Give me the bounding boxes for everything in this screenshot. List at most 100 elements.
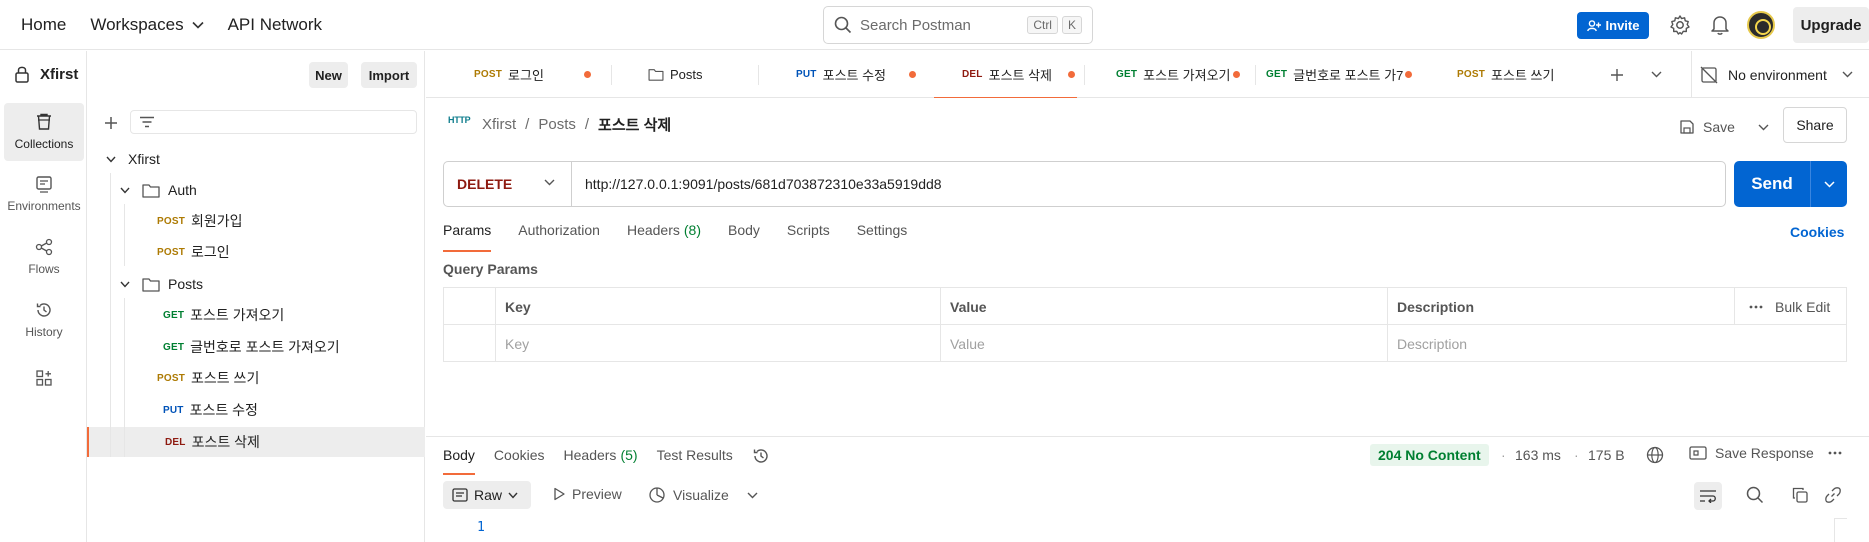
wrap-lines-button[interactable] <box>1694 482 1722 510</box>
preview-button[interactable]: Preview <box>553 486 622 502</box>
send-button[interactable]: Send <box>1734 161 1847 207</box>
tab-request[interactable]: GET 글번호로 포스트 가7 <box>1266 51 1418 98</box>
request-item[interactable]: POST 로그인 <box>88 237 425 267</box>
rail-flows[interactable]: Flows <box>4 228 84 286</box>
environment-selector[interactable]: No environment <box>1691 51 1869 98</box>
plus-icon[interactable] <box>104 116 118 130</box>
chevron-down-icon[interactable] <box>1758 124 1769 131</box>
shortcut-ctrl: Ctrl <box>1027 16 1058 34</box>
url-input[interactable]: http://127.0.0.1:9091/posts/681d70387231… <box>572 176 942 192</box>
tab-request[interactable]: GET 포스트 가져오기 <box>1116 51 1244 98</box>
upgrade-button[interactable]: Upgrade <box>1793 7 1869 43</box>
cookies-link[interactable]: Cookies <box>1790 224 1844 240</box>
breadcrumb-folder[interactable]: Posts <box>538 116 576 133</box>
folder-posts[interactable]: Posts <box>88 269 425 299</box>
rail-environments-label: Environments <box>7 199 81 213</box>
chevron-down-icon[interactable] <box>747 492 758 499</box>
rail-collections[interactable]: Collections <box>4 103 84 161</box>
breadcrumb-request[interactable]: 포스트 삭제 <box>598 114 671 135</box>
collection-xfirst[interactable]: Xfirst <box>88 144 425 174</box>
method-badge: PUT <box>163 404 184 416</box>
chevron-down-icon[interactable] <box>1651 71 1662 78</box>
more-horizontal-icon[interactable] <box>1828 451 1842 455</box>
response-tab-headers[interactable]: Headers (5) <box>564 447 638 475</box>
tab-request[interactable]: POST 로그인 <box>474 51 604 98</box>
share-button[interactable]: Share <box>1783 107 1847 143</box>
request-item[interactable]: POST 회원가입 <box>88 206 425 236</box>
tab-authorization[interactable]: Authorization <box>518 222 600 252</box>
bulk-edit-button[interactable]: Bulk Edit <box>1739 288 1830 325</box>
tab-params[interactable]: Params <box>443 222 492 252</box>
filter-input[interactable] <box>130 110 417 134</box>
method-value: DELETE <box>457 176 513 192</box>
status-badge[interactable]: 204 No Content <box>1370 444 1489 466</box>
nav-home[interactable]: Home <box>0 0 78 50</box>
rail-history[interactable]: History <box>4 291 84 349</box>
save-button[interactable]: Save <box>1679 109 1769 145</box>
params-table: Key Value Description Bulk Edit Key Valu… <box>443 287 1847 362</box>
folder-auth[interactable]: Auth <box>88 175 425 205</box>
nav-api-network[interactable]: API Network <box>216 0 334 50</box>
tab-body[interactable]: Body <box>728 222 760 252</box>
method-select[interactable]: DELETE <box>444 162 572 206</box>
chevron-down-icon <box>192 21 204 29</box>
bell-icon[interactable] <box>1710 14 1730 36</box>
top-bar: Home Workspaces API Network Search Postm… <box>0 0 1869 50</box>
response-scrollbar[interactable] <box>1834 518 1847 542</box>
request-item[interactable]: GET 포스트 가져오기 <box>88 300 425 330</box>
response-size[interactable]: 175 B <box>1588 447 1625 463</box>
visualize-label: Visualize <box>673 487 729 503</box>
tab-headers[interactable]: Headers (8) <box>627 222 701 252</box>
unsaved-dot <box>584 71 591 78</box>
upgrade-label: Upgrade <box>1800 16 1862 34</box>
request-item-selected[interactable]: DEL 포스트 삭제 <box>87 427 425 457</box>
response-time[interactable]: 163 ms <box>1515 447 1561 463</box>
save-disk-icon <box>1680 120 1694 134</box>
save-response-label: Save Response <box>1715 445 1814 461</box>
import-button[interactable]: Import <box>361 62 417 88</box>
rail-environments[interactable]: Environments <box>4 165 84 223</box>
trash-can-collections-icon <box>37 113 51 130</box>
response-tab-body[interactable]: Body <box>443 447 475 475</box>
nav-workspaces[interactable]: Workspaces <box>78 0 215 50</box>
search-input[interactable]: Search Postman Ctrl K <box>823 6 1093 44</box>
tab-request[interactable]: POST 포스트 쓰기 <box>1457 51 1567 98</box>
visualize-button[interactable]: Visualize <box>648 486 758 504</box>
rail-history-label: History <box>25 325 63 339</box>
new-tab-plus-icon[interactable] <box>1610 68 1624 82</box>
rail-add-workbench[interactable] <box>4 358 84 398</box>
gear-icon[interactable] <box>1669 14 1691 36</box>
request-item[interactable]: POST 포스트 쓰기 <box>88 363 425 393</box>
save-response-button[interactable]: Save Response <box>1689 445 1842 461</box>
breadcrumb-collection[interactable]: Xfirst <box>482 116 516 133</box>
key-input[interactable]: Key <box>495 325 529 362</box>
format-select[interactable]: Raw <box>443 481 531 509</box>
avatar[interactable] <box>1747 11 1775 39</box>
workspace-title[interactable]: Xfirst <box>14 65 78 83</box>
response-tab-test-results[interactable]: Test Results <box>657 447 733 475</box>
tab-request-active[interactable]: DEL 포스트 삭제 <box>934 51 1077 98</box>
request-name: 글번호로 포스트 가져오기 <box>190 339 340 355</box>
tab-settings-label: Settings <box>856 222 908 238</box>
link-icon[interactable] <box>1825 487 1841 503</box>
response-divider[interactable] <box>426 436 1869 437</box>
globe-icon[interactable] <box>1646 446 1664 464</box>
history-icon[interactable] <box>752 447 770 465</box>
request-item[interactable]: GET 글번호로 포스트 가져오기 <box>88 332 425 362</box>
table-divider <box>1734 288 1735 325</box>
search-icon[interactable] <box>1746 486 1764 504</box>
request-item[interactable]: PUT 포스트 수정 <box>88 395 425 425</box>
tab-request[interactable]: PUT 포스트 수정 <box>796 51 926 98</box>
value-input[interactable]: Value <box>940 325 985 362</box>
lock-icon <box>15 66 29 83</box>
tab-scripts[interactable]: Scripts <box>787 222 830 252</box>
new-button[interactable]: New <box>309 62 348 88</box>
copy-icon[interactable] <box>1792 487 1808 503</box>
filter-icon <box>140 116 154 128</box>
description-input[interactable]: Description <box>1387 325 1467 362</box>
response-tab-cookies[interactable]: Cookies <box>494 447 545 475</box>
tab-settings[interactable]: Settings <box>857 222 908 252</box>
tab-label: 글번호로 포스트 가7 <box>1293 68 1404 83</box>
invite-button[interactable]: Invite <box>1577 12 1649 39</box>
send-options[interactable] <box>1811 180 1847 188</box>
